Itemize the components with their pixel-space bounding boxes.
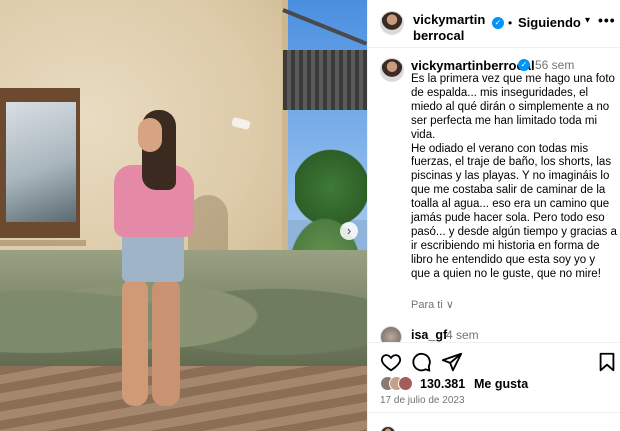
post-caption: vickymartinberrocal ✓ 56 sem Es la prime… (368, 48, 620, 336)
post-photo[interactable]: › (0, 0, 367, 431)
likes-count[interactable]: 130.381 (420, 377, 465, 391)
caption-avatar[interactable] (380, 58, 404, 82)
person-leg-right (152, 278, 180, 406)
action-bar (368, 342, 620, 378)
photo-window (0, 88, 80, 238)
comment-username[interactable]: isa_gf (411, 328, 447, 342)
caption-username[interactable]: vickymartinberrocal (411, 58, 535, 73)
person-leg-left (122, 278, 148, 406)
post-header: vickymartinberrocal ✓ • Siguiendo ▾ ••• (368, 0, 620, 48)
post-side-panel: vickymartinberrocal ✓ • Siguiendo ▾ ••• … (367, 0, 620, 431)
person-face (138, 118, 162, 152)
likes-row[interactable]: 130.381 Me gusta (380, 376, 620, 392)
author-avatar[interactable] (380, 11, 404, 35)
author-username[interactable]: vickymartinberrocal (413, 12, 487, 44)
bookmark-icon[interactable] (596, 351, 618, 373)
comment-time: 4 sem (446, 328, 479, 342)
photo-person (108, 110, 198, 420)
chevron-down-icon[interactable]: ▾ (585, 15, 590, 26)
photo-window-glass (6, 102, 76, 222)
verified-badge-icon: ✓ (492, 17, 504, 29)
photo-window-ledge (0, 240, 86, 246)
more-options-button[interactable]: ••• (598, 12, 616, 28)
share-icon[interactable] (441, 351, 463, 373)
viewer-avatar (380, 426, 396, 431)
translation-toggle[interactable]: Para ti ∨ (411, 298, 454, 311)
following-button[interactable]: Siguiendo (518, 15, 581, 30)
liker-avatar (398, 376, 413, 391)
photo-pergola (283, 50, 367, 110)
post-date: 17 de julio de 2023 (380, 395, 465, 406)
add-comment-bar[interactable] (368, 412, 620, 431)
header-separator: • (508, 16, 513, 30)
comment-avatar[interactable] (380, 326, 402, 342)
carousel-next-button[interactable]: › (340, 222, 358, 240)
comment-row: isa_gf 4 sem (368, 322, 620, 342)
caption-time: 56 sem (535, 58, 575, 72)
comment-icon[interactable] (410, 351, 432, 373)
verified-badge-icon: ✓ (518, 59, 530, 71)
caption-text: Es la primera vez que me hago una foto d… (411, 73, 617, 280)
person-shorts (122, 230, 184, 282)
likes-label[interactable]: Me gusta (474, 377, 528, 391)
heart-icon[interactable] (380, 351, 402, 373)
